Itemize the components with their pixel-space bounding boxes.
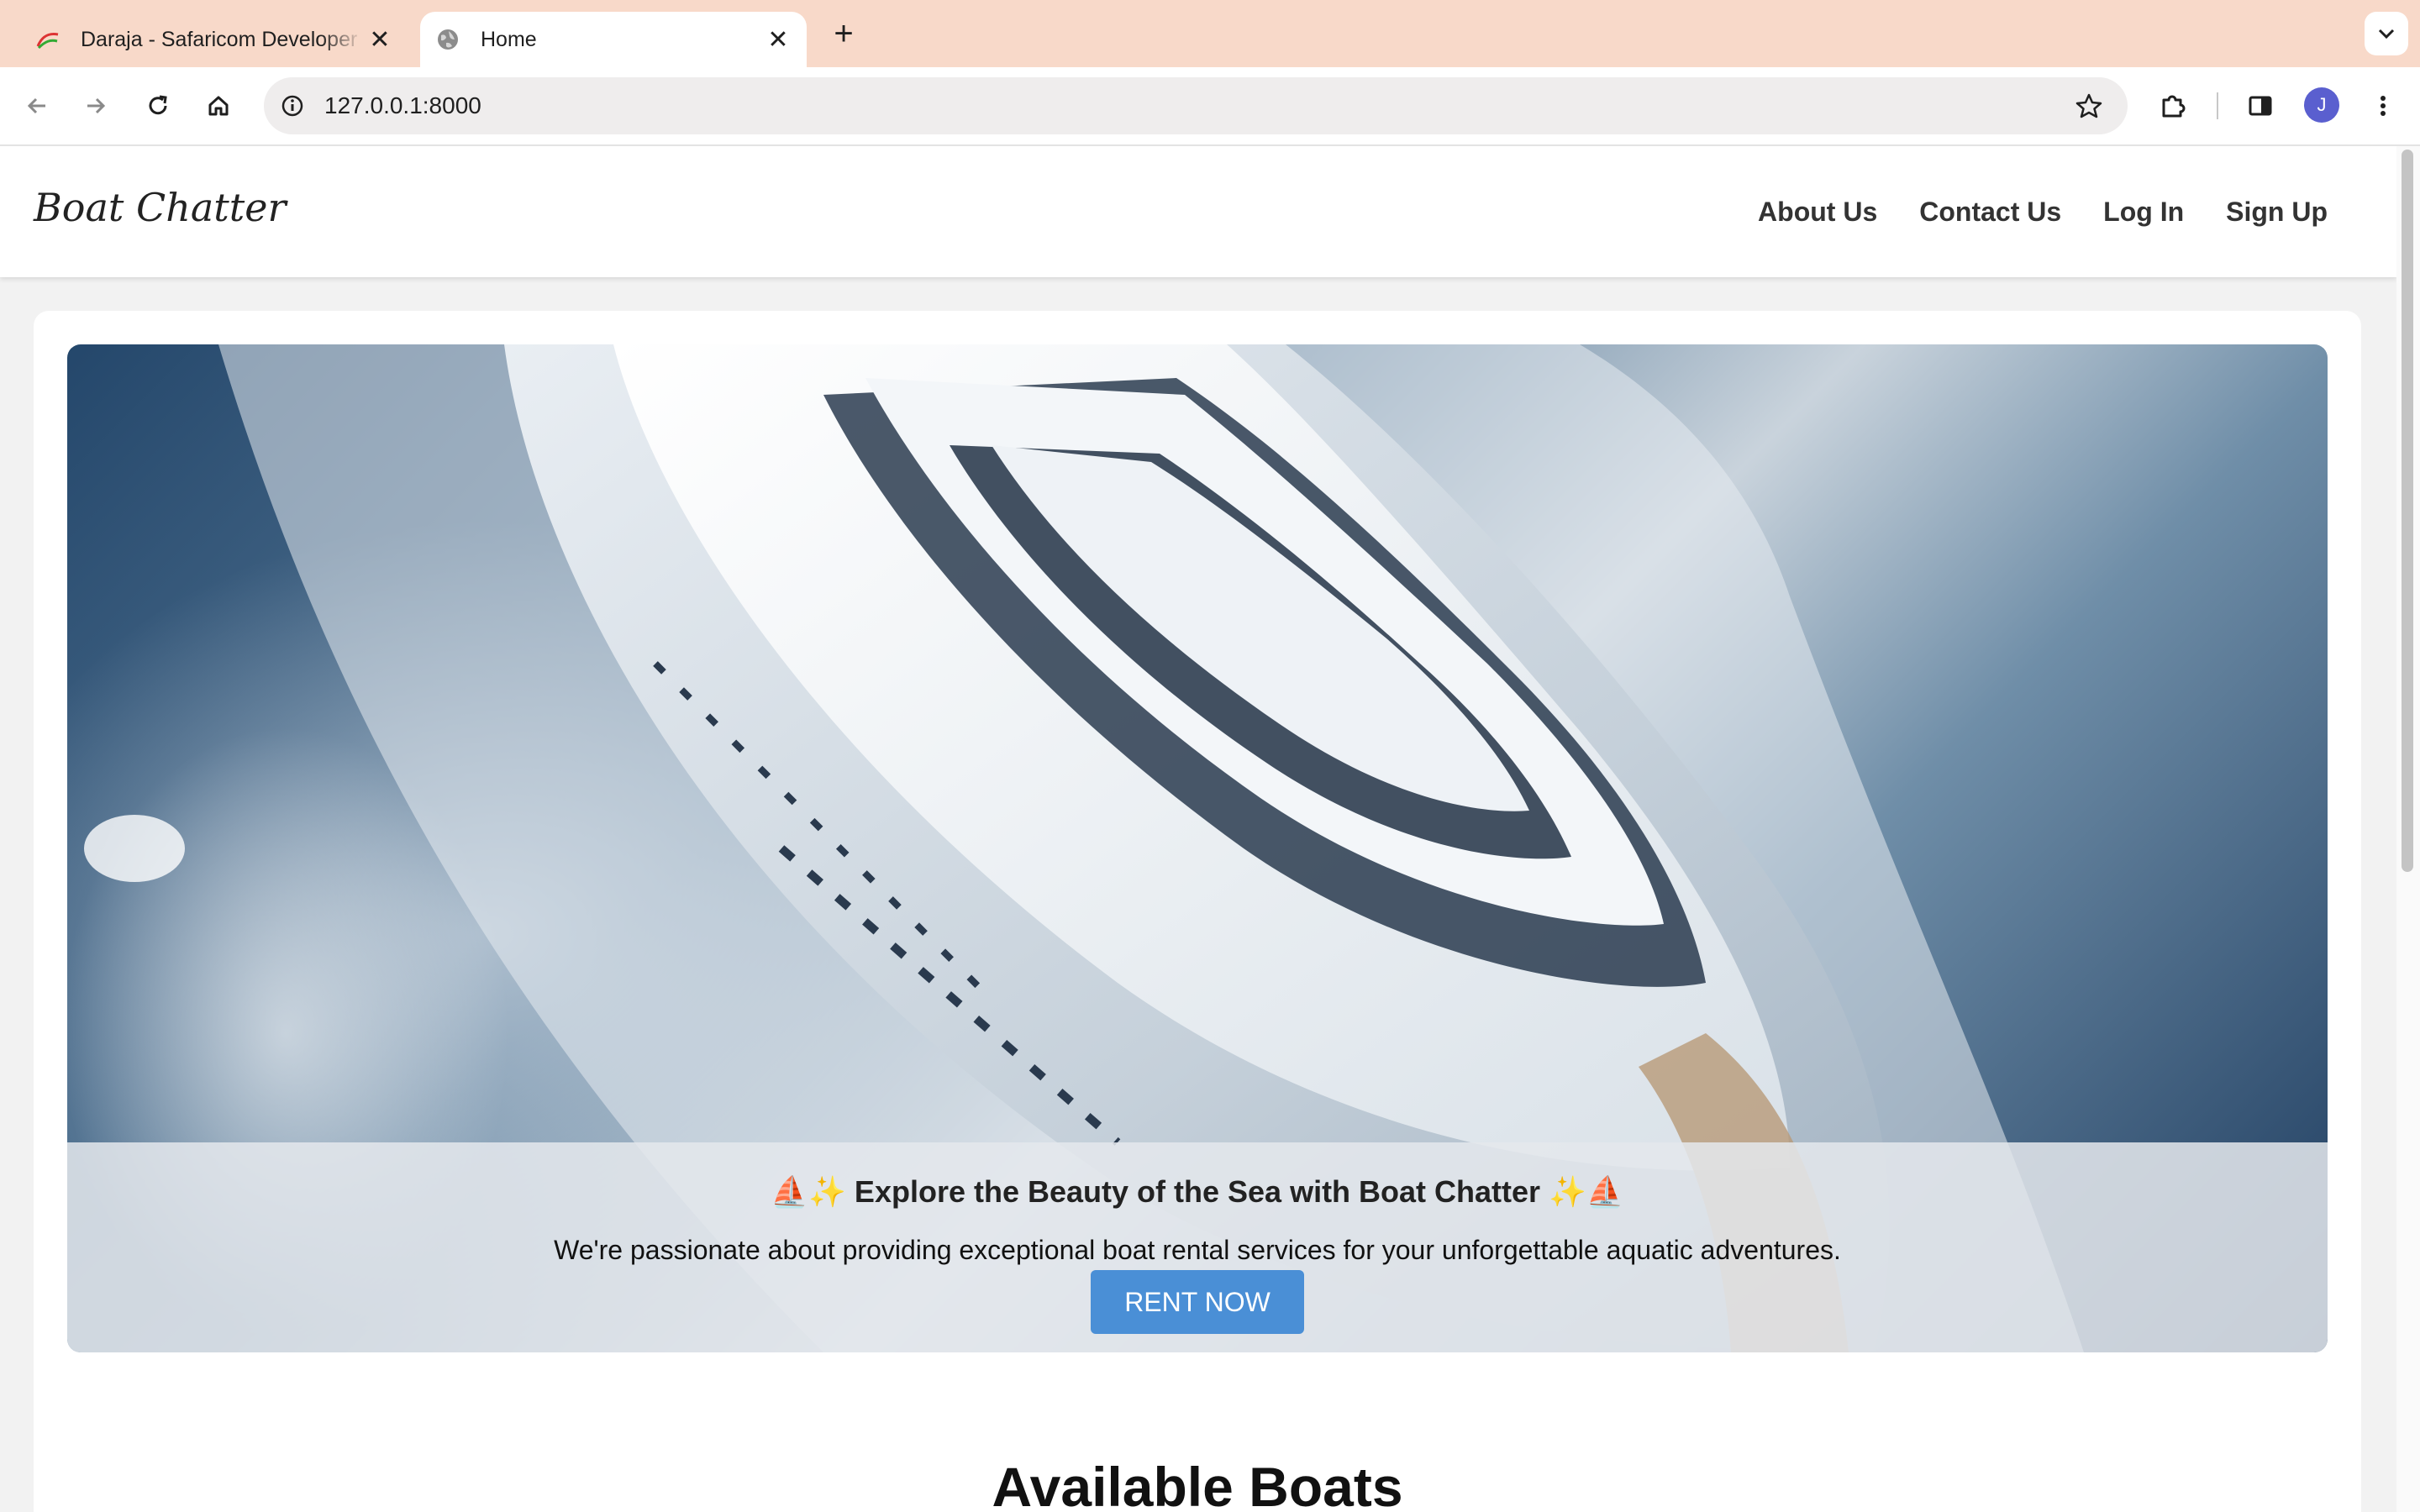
forward-arrow-icon	[87, 97, 106, 114]
rent-now-button[interactable]: RENT NOW	[1091, 1270, 1304, 1334]
available-boats-heading: Available Boats	[992, 1456, 1403, 1512]
home-icon	[208, 96, 229, 116]
forward-button[interactable]	[76, 86, 116, 126]
hero-headline: ⛵✨ Explore the Beauty of the Sea with Bo…	[771, 1174, 1624, 1209]
home-button[interactable]	[198, 86, 239, 126]
tab-title: Home	[481, 27, 537, 51]
tab-title: Daraja - Safaricom Developer	[81, 27, 358, 51]
reload-icon	[149, 95, 167, 115]
nav-contact-us[interactable]: Contact Us	[1919, 197, 2061, 228]
close-tab-icon[interactable]: ✕	[363, 23, 397, 56]
browser-menu-button[interactable]	[2363, 86, 2403, 126]
bookmark-star-icon[interactable]	[2069, 86, 2109, 126]
nav-log-in[interactable]: Log In	[2103, 197, 2184, 228]
extensions-button[interactable]	[2153, 86, 2193, 126]
new-tab-button[interactable]: +	[825, 15, 862, 52]
scrollbar-thumb[interactable]	[2402, 150, 2413, 872]
browser-tab-daraja[interactable]: Daraja - Safaricom Developer ✕	[25, 12, 408, 67]
side-panel-icon	[2249, 96, 2272, 116]
toolbar-divider	[2217, 92, 2218, 119]
nav-about-us[interactable]: About Us	[1758, 197, 1877, 228]
globe-icon	[434, 25, 462, 54]
address-bar[interactable]: 127.0.0.1:8000	[264, 77, 2128, 134]
close-tab-icon[interactable]: ✕	[761, 23, 795, 56]
hero-caption: ⛵✨ Explore the Beauty of the Sea with Bo…	[67, 1142, 2328, 1352]
hero-subtext: We're passionate about providing excepti…	[554, 1235, 1841, 1265]
browser-tab-strip: Daraja - Safaricom Developer ✕ Home ✕ +	[0, 0, 2420, 67]
tab-search-button[interactable]	[2365, 12, 2408, 55]
reload-button[interactable]	[138, 86, 178, 126]
back-button[interactable]	[17, 86, 57, 126]
nav-sign-up[interactable]: Sign Up	[2226, 197, 2328, 228]
site-logo[interactable]: Boat Chatter	[34, 185, 286, 230]
kebab-menu-icon	[2381, 96, 2386, 116]
chevron-down-icon	[2378, 29, 2395, 39]
site-navbar: Boat Chatter About Us Contact Us Log In …	[0, 146, 2396, 277]
profile-avatar[interactable]: J	[2304, 87, 2339, 123]
back-arrow-icon	[27, 97, 45, 114]
url-text: 127.0.0.1:8000	[324, 92, 481, 118]
site-info-icon[interactable]	[272, 86, 313, 126]
nav-links: About Us Contact Us Log In Sign Up	[1758, 146, 2328, 277]
hero-banner: ⛵✨ Explore the Beauty of the Sea with Bo…	[67, 344, 2328, 1352]
page-scrollbar[interactable]	[2396, 146, 2420, 1512]
puzzle-piece-icon	[2162, 95, 2186, 118]
side-panel-button[interactable]	[2240, 86, 2281, 126]
browser-toolbar: 127.0.0.1:8000 J	[0, 67, 2420, 146]
browser-tab-home[interactable]: Home ✕	[420, 12, 807, 67]
main-content-card: ⛵✨ Explore the Beauty of the Sea with Bo…	[34, 311, 2361, 1512]
safaricom-favicon-icon	[34, 25, 62, 54]
page-viewport: Boat Chatter About Us Contact Us Log In …	[0, 146, 2396, 1512]
